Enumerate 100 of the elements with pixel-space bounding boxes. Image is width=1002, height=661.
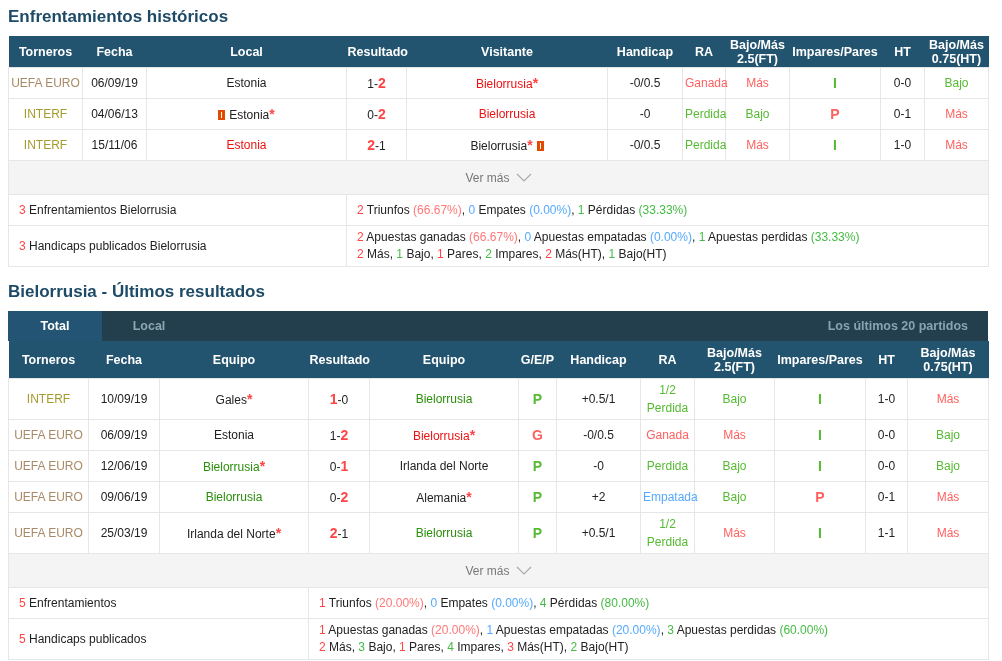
cell-text: Bajo — [722, 490, 747, 504]
cell-text: Más — [723, 428, 746, 442]
cell-text: P — [532, 488, 543, 505]
cell-text: Más — [746, 76, 769, 90]
cell-text: I — [818, 457, 822, 474]
summary-text: 2 Más, 3 Bajo, 1 Pares, 4 Impares, 3 Más(HT), 2 Bajo(HT) — [319, 639, 630, 656]
cell-text: Ganada — [646, 428, 689, 442]
column-header: HT — [880, 36, 925, 68]
tab[interactable]: Total — [8, 311, 102, 341]
column-header: Bajo/Más 2.5(FT) — [694, 341, 775, 379]
cell-text: 0-2 — [329, 490, 349, 505]
cell-text: 09/06/19 — [100, 490, 148, 504]
cell-text: 06/09/19 — [100, 428, 148, 442]
cell-text: Bielorrusia — [478, 107, 536, 121]
column-header: Bajo/Más 0.75(HT) — [924, 36, 989, 68]
cell-text: Más — [936, 526, 960, 540]
cell-text: Más — [746, 138, 769, 152]
cell-text: UEFA EURO — [14, 459, 83, 473]
ver-mas-button[interactable]: Ver más — [461, 168, 536, 187]
cell-text: Estonia — [226, 76, 267, 90]
cell-text: Perdida — [646, 459, 689, 473]
cell-text: I — [833, 74, 837, 91]
column-header: G/E/P — [518, 341, 557, 379]
cell-text: Bielorrusia* — [202, 459, 266, 474]
cell-text: 1-2 — [329, 428, 349, 443]
tab[interactable]: Local — [102, 311, 196, 341]
column-header: HT — [865, 341, 908, 379]
cell-text: 0-1 — [329, 459, 349, 474]
cell-text: 0-0 — [893, 76, 912, 90]
cell-text: 1-0 — [877, 392, 896, 406]
cell-text: 1-2 — [367, 76, 386, 91]
cell-text: P — [815, 488, 825, 505]
cell-text: Empatada — [643, 490, 698, 504]
chevron-down-icon — [515, 173, 532, 182]
cell-text: P — [830, 105, 840, 122]
cell-text: Estonia — [214, 428, 254, 442]
summary-label: 3 Enfrentamientos Bielorrusia — [19, 203, 177, 217]
cell-text: Bielorrusia* — [412, 428, 476, 443]
cell-text: Más — [723, 526, 746, 540]
cell-text: Bajo — [944, 76, 969, 90]
cell-text: 15/11/06 — [91, 138, 138, 152]
column-header: RA — [682, 36, 726, 68]
cell-text: I — [818, 524, 822, 541]
cell-text: I — [833, 136, 837, 153]
cell-text: INTERF — [26, 392, 71, 406]
cell-text: 06/09/19 — [91, 76, 138, 90]
summary-label: 5 Handicaps publicados — [19, 632, 147, 646]
cell-text: 2-1 — [367, 138, 386, 153]
cell-text: Bielorrusia* — [475, 76, 539, 91]
cell-text: Más — [945, 107, 968, 121]
summary-text: 1 Apuestas ganadas (20.00%), 1 Apuestas empatadas (20.00%), 3 Apuestas perdidas (60.00%) — [319, 622, 830, 639]
cell-text: Irlanda del Norte* — [186, 526, 282, 541]
cell-text: 2-1 — [329, 526, 349, 541]
cell-text: Bielorrusia — [415, 526, 473, 540]
cell-text: 04/06/13 — [91, 107, 138, 121]
cell-text: Bajo — [745, 107, 770, 121]
column-header: Handicap — [556, 341, 641, 379]
cell-text: Gales* — [215, 392, 253, 407]
column-header: Impares/Pares — [774, 341, 866, 379]
cell-text: 1-0 — [893, 138, 912, 152]
section-title: Bielorrusia - Últimos resultados — [8, 281, 266, 303]
column-header: Bajo/Más 2.5(FT) — [725, 36, 790, 68]
column-header: Bajo/Más 0.75(HT) — [907, 341, 989, 379]
cell-text: 0-1 — [877, 490, 896, 504]
last-matches-note: Los últimos 20 partidos — [827, 319, 969, 333]
cell-text: Más — [936, 392, 960, 406]
cell-text: Perdida — [685, 138, 727, 152]
cell-text: +0.5/1 — [581, 392, 616, 406]
summary-label: 5 Enfrentamientos — [19, 596, 117, 610]
summary-label: 3 Handicaps publicados Bielorrusia — [19, 239, 207, 253]
cell-text: UEFA EURO — [11, 76, 80, 90]
cell-text: Bajo — [722, 459, 747, 473]
cell-text: Más — [945, 138, 968, 152]
cell-text: Bajo — [722, 392, 747, 406]
column-header: RA — [640, 341, 695, 379]
column-header: Equipo — [369, 341, 519, 379]
cell-text: Bielorrusia — [415, 392, 473, 406]
summary-text: 2 Más, 1 Bajo, 1 Pares, 2 Impares, 2 Más(HT), 1 Bajo(HT) — [357, 246, 668, 263]
column-header: Resultado — [308, 341, 370, 379]
ver-mas-button[interactable]: Ver más — [461, 561, 536, 580]
cell-text: 0-0 — [877, 428, 896, 442]
column-header: Resultado — [346, 36, 407, 68]
cell-text: +0.5/1 — [581, 526, 616, 540]
cell-text: Irlanda del Norte — [399, 459, 489, 473]
cell-text: INTERF — [23, 138, 68, 152]
cell-text: Bajo — [936, 459, 960, 473]
cell-text: Bielorrusia — [205, 490, 263, 504]
column-header: Torneros — [8, 341, 89, 379]
cell-text: -0 — [593, 459, 604, 473]
summary-text: 1 Triunfos (20.00%), 0 Empates (0.00%), 4 Pérdidas (80.00%) — [319, 594, 651, 612]
cell-text: 1/2 Perdida — [646, 383, 689, 415]
column-header: Fecha — [82, 36, 147, 68]
summary-text: 2 Apuestas ganadas (66.67%), 0 Apuestas empatadas (0.00%), 1 Apuestas perdidas (33.33%) — [357, 229, 861, 246]
cell-text: -0/0.5 — [629, 76, 661, 90]
cell-text: P — [532, 457, 543, 474]
cell-text: Más — [936, 490, 960, 504]
cell-text: I — [818, 426, 822, 443]
cell-text: P — [532, 524, 543, 541]
cell-text: Perdida — [685, 107, 727, 121]
summary-text: 2 Triunfos (66.67%), 0 Empates (0.00%), 1 Pérdidas (33.33%) — [357, 201, 689, 219]
